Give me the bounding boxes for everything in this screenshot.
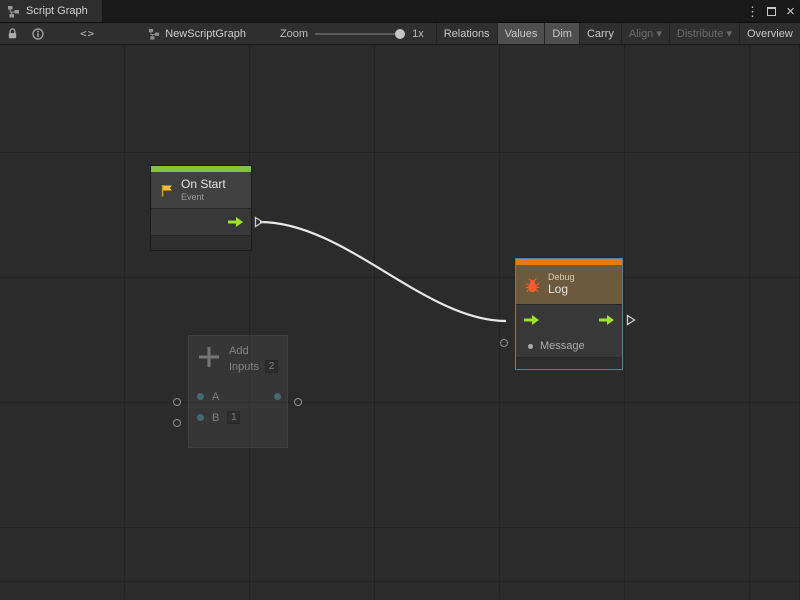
debug-header: Debug Log — [516, 265, 622, 304]
add-input-b-row[interactable]: B 1 — [189, 407, 287, 428]
input-a-port-dot — [197, 393, 204, 400]
toolbar-button-row: Relations Values Dim Carry Align ▾ Distr… — [436, 23, 800, 44]
relations-button[interactable]: Relations — [436, 23, 497, 44]
message-input-port[interactable] — [500, 339, 508, 347]
plus-icon — [197, 345, 221, 369]
zoom-slider[interactable] — [315, 28, 405, 40]
tab-title: Script Graph — [26, 5, 88, 17]
on-start-footer — [151, 235, 251, 250]
zoom-slider-track — [315, 33, 401, 35]
info-button[interactable] — [25, 23, 51, 44]
graph-name-label: NewScriptGraph — [165, 28, 246, 40]
edit-source-button[interactable]: <> — [73, 23, 102, 44]
titlebar-spacer — [102, 0, 743, 22]
kebab-menu-icon: ⋮ — [746, 5, 759, 18]
add-title: Add — [229, 345, 278, 357]
input-b-label: B — [212, 412, 219, 424]
debug-control-row — [516, 304, 622, 335]
add-inputs-label: Inputs — [229, 361, 259, 373]
add-header: Add Inputs 2 — [189, 336, 287, 373]
bug-icon — [524, 276, 541, 293]
graph-breadcrumb[interactable]: NewScriptGraph — [140, 28, 254, 40]
add-inputs-count-field[interactable]: 2 — [265, 360, 278, 373]
control-output-arrow-icon[interactable] — [228, 217, 243, 227]
message-label: Message — [540, 340, 585, 352]
graph-toolbar: <> NewScriptGraph Zoom 1x Relations Valu… — [0, 23, 800, 45]
zoom-control: Zoom 1x — [280, 28, 424, 40]
carry-button[interactable]: Carry — [579, 23, 621, 44]
control-output-arrow-icon[interactable] — [599, 315, 614, 325]
add-input-a-row[interactable]: A — [189, 386, 287, 407]
maximize-icon — [767, 7, 776, 16]
debug-message-row[interactable]: Message — [516, 335, 622, 357]
code-icon: <> — [80, 27, 95, 40]
on-start-title: On Start — [181, 178, 226, 192]
add-input-a-port[interactable] — [173, 398, 181, 406]
add-output-port[interactable] — [294, 398, 302, 406]
lock-icon — [7, 27, 18, 40]
window-close-button[interactable]: × — [781, 0, 800, 22]
message-port-dot — [528, 344, 533, 349]
add-output-port-dot — [274, 393, 281, 400]
node-on-start[interactable]: On Start Event — [150, 165, 252, 251]
node-add-ghost[interactable]: Add Inputs 2 A B 1 — [188, 335, 288, 448]
align-button[interactable]: Align ▾ — [621, 23, 669, 44]
lock-button[interactable] — [0, 23, 25, 44]
values-button[interactable]: Values — [497, 23, 545, 44]
add-node-content: Add Inputs 2 A B 1 — [189, 336, 287, 447]
debug-control-output-port[interactable] — [626, 314, 636, 326]
add-port-rows: A B 1 — [189, 386, 287, 428]
tab-script-graph[interactable]: Script Graph — [0, 0, 102, 22]
window-titlebar: Script Graph ⋮ × — [0, 0, 800, 23]
control-input-arrow-icon[interactable] — [524, 315, 539, 325]
node-debug-log[interactable]: Debug Log Message — [515, 258, 623, 370]
window-maximize-button[interactable] — [762, 0, 781, 22]
debug-footer — [516, 357, 622, 369]
on-start-control-row — [151, 208, 251, 235]
graph-canvas[interactable]: On Start Event Debug Log — [0, 45, 800, 599]
flag-icon — [159, 183, 174, 198]
connection-wire — [0, 45, 800, 599]
on-start-subtitle: Event — [181, 192, 226, 202]
add-input-b-port[interactable] — [173, 419, 181, 427]
zoom-value: 1x — [412, 28, 424, 40]
zoom-slider-knob[interactable] — [395, 29, 405, 39]
input-b-port-dot — [197, 414, 204, 421]
distribute-button[interactable]: Distribute ▾ — [669, 23, 739, 44]
control-output-port[interactable] — [254, 216, 264, 228]
input-b-value-field[interactable]: 1 — [227, 411, 240, 424]
window-menu-button[interactable]: ⋮ — [743, 0, 762, 22]
close-icon: × — [786, 4, 795, 19]
on-start-header: On Start Event — [151, 172, 251, 208]
overview-button[interactable]: Overview — [739, 23, 800, 44]
dim-button[interactable]: Dim — [544, 23, 579, 44]
info-icon — [32, 28, 44, 40]
zoom-label: Zoom — [280, 28, 308, 40]
input-a-label: A — [212, 391, 219, 403]
debug-title: Log — [548, 283, 575, 297]
graph-asset-icon — [148, 28, 160, 40]
script-graph-icon — [7, 5, 20, 18]
